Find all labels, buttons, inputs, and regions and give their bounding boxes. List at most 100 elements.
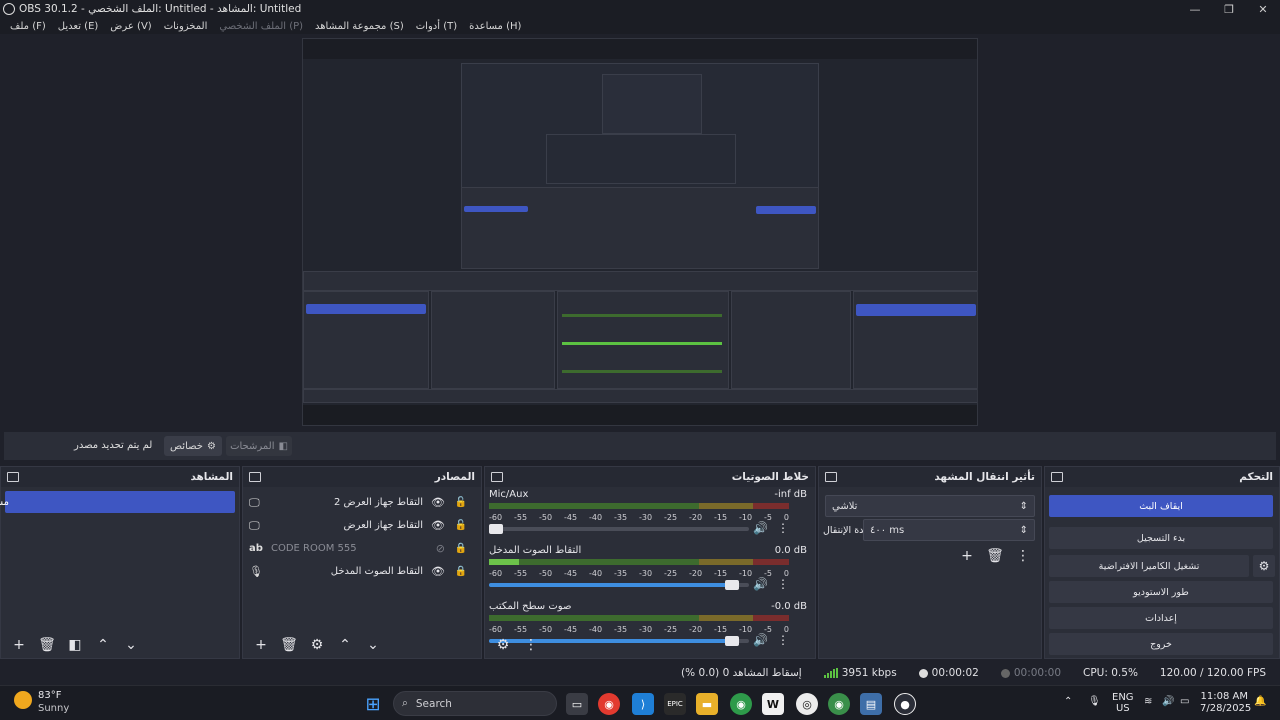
- channel-name: التقاط الصوت المدخل: [489, 545, 582, 556]
- chrome-profile-icon[interactable]: ◉: [730, 693, 752, 715]
- menu-file[interactable]: ملف (F): [6, 21, 50, 32]
- filters-button[interactable]: ◧ المرشحات: [226, 436, 292, 456]
- eye-icon[interactable]: 👁: [431, 496, 445, 509]
- speaker-icon[interactable]: 🔊: [753, 521, 768, 535]
- start-recording-button[interactable]: بدء التسجيل: [1049, 527, 1273, 549]
- remove-source-button[interactable]: 🗑: [277, 634, 301, 656]
- mixer-menu-button[interactable]: ⋮: [519, 634, 543, 656]
- remove-scene-button[interactable]: 🗑: [35, 634, 59, 656]
- undock-icon[interactable]: [491, 472, 503, 482]
- clock[interactable]: 11:08 AM 7/28/2025: [1200, 691, 1251, 715]
- file-explorer-icon[interactable]: ▬: [696, 693, 718, 715]
- source-row[interactable]: 🖵 التقاط جهاز العرض 👁 🔓: [243, 514, 481, 537]
- virtual-camera-settings-icon[interactable]: ⚙: [1253, 555, 1275, 577]
- volume-knob[interactable]: [724, 580, 739, 590]
- source-row[interactable]: 🖵 التقاط جهاز العرض 2 👁 🔓: [243, 491, 481, 514]
- eye-hidden-icon[interactable]: ⊘: [436, 542, 445, 555]
- scene-filters-button[interactable]: ◧: [63, 634, 87, 656]
- remote-desktop-icon[interactable]: ▤: [860, 693, 882, 715]
- undock-icon[interactable]: [1051, 472, 1063, 482]
- transition-menu-button[interactable]: ⋮: [1011, 545, 1035, 567]
- channel-menu-icon[interactable]: ⋮: [777, 521, 789, 535]
- menu-help[interactable]: مساعدة (H): [465, 21, 525, 32]
- menu-edit[interactable]: تعديل (E): [54, 21, 103, 32]
- source-row[interactable]: ab CODE ROOM 555 ⊘ 🔒: [243, 537, 481, 560]
- speaker-icon[interactable]: 🔊: [1162, 696, 1174, 707]
- virtual-camera-button[interactable]: تشغيل الكاميرا الافتراضية: [1049, 555, 1249, 577]
- menu-docks[interactable]: المخزونات: [160, 21, 212, 32]
- tray-chevron-icon[interactable]: ⌃: [1064, 696, 1072, 707]
- move-down-button[interactable]: ⌄: [361, 634, 385, 656]
- meter-tick: -25: [664, 569, 678, 578]
- nested-preview-deep: [546, 134, 736, 184]
- program-preview[interactable]: [302, 38, 978, 426]
- close-button[interactable]: ✕: [1246, 0, 1280, 18]
- volume-slider[interactable]: [489, 580, 749, 590]
- exit-button[interactable]: خروج: [1049, 633, 1273, 655]
- mixer-title: خلاط الصوتيات: [731, 471, 809, 483]
- language-indicator[interactable]: ENG US: [1112, 692, 1134, 714]
- add-transition-button[interactable]: +: [955, 545, 979, 567]
- unlock-icon[interactable]: 🔓: [455, 497, 467, 508]
- add-source-button[interactable]: +: [249, 634, 273, 656]
- wifi-icon[interactable]: ≋: [1144, 696, 1152, 707]
- transition-select[interactable]: تلاشي ⇕: [825, 495, 1035, 517]
- menu-scene-collection[interactable]: مجموعة المشاهد (S): [311, 21, 408, 32]
- record-time: 00:00:00: [1000, 667, 1061, 679]
- battery-icon[interactable]: ▭: [1180, 696, 1189, 707]
- studio-mode-button[interactable]: طور الاستوديو: [1049, 581, 1273, 603]
- eye-icon[interactable]: 👁: [431, 565, 445, 578]
- menu-view[interactable]: عرض (V): [106, 21, 155, 32]
- maximize-button[interactable]: ❐: [1212, 0, 1246, 18]
- source-properties-button[interactable]: ⚙: [305, 634, 329, 656]
- menu-tools[interactable]: أدوات (T): [412, 21, 461, 32]
- scene-item[interactable]: مشهد: [0, 491, 235, 513]
- source-toolbar: لم يتم تحديد مصدر ⚙ خصائص ◧ المرشحات: [4, 432, 1276, 460]
- volume-knob[interactable]: [489, 524, 503, 534]
- wordweb-icon[interactable]: W: [762, 693, 784, 715]
- mixer-channel: التقاط الصوت المدخل 0.0 dB -60 -55 -50 -45 -…: [485, 543, 815, 599]
- chrome-alt-icon[interactable]: ◉: [828, 693, 850, 715]
- obs-taskbar-icon[interactable]: ●: [894, 693, 916, 715]
- app-circle-icon[interactable]: ◎: [796, 693, 818, 715]
- volume-slider[interactable]: [489, 524, 749, 534]
- lock-icon[interactable]: 🔒: [455, 543, 467, 554]
- move-up-button[interactable]: ⌃: [333, 634, 357, 656]
- weather-temp[interactable]: 83°F: [38, 690, 61, 701]
- chrome-icon[interactable]: ◉: [598, 693, 620, 715]
- advanced-audio-button[interactable]: ⚙: [491, 634, 515, 656]
- move-up-button[interactable]: ⌃: [91, 634, 115, 656]
- weather-sun-icon[interactable]: [14, 691, 32, 709]
- properties-button[interactable]: ⚙ خصائص: [164, 436, 222, 456]
- undock-icon[interactable]: [7, 472, 19, 482]
- taskbar-search[interactable]: ⌕ Search: [393, 691, 557, 716]
- preview-area[interactable]: [0, 34, 1280, 428]
- weather-desc[interactable]: Sunny: [38, 703, 69, 714]
- notification-icon[interactable]: 🔔: [1254, 696, 1266, 707]
- move-down-button[interactable]: ⌄: [119, 634, 143, 656]
- lock-icon[interactable]: 🔒: [455, 566, 467, 577]
- menu-profile[interactable]: الملف الشخصي (P): [215, 21, 307, 32]
- stop-streaming-button[interactable]: ايقاف البث: [1049, 495, 1273, 517]
- start-button-icon[interactable]: ⊞: [362, 693, 384, 715]
- settings-button[interactable]: إعدادات: [1049, 607, 1273, 629]
- speaker-icon[interactable]: 🔊: [753, 577, 768, 591]
- window-title: OBS 30.1.2 - الملف الشخصي: Untitled - ال…: [19, 3, 302, 15]
- unlock-icon[interactable]: 🔓: [455, 520, 467, 531]
- remove-transition-button[interactable]: 🗑: [983, 545, 1007, 567]
- duration-spinbox[interactable]: ٤٠٠ ms ⇕: [863, 519, 1035, 541]
- add-scene-button[interactable]: +: [7, 634, 31, 656]
- eye-icon[interactable]: 👁: [431, 519, 445, 532]
- scenes-dock: المشاهد مشهد + 🗑 ◧ ⌃ ⌄: [0, 466, 240, 659]
- undock-icon[interactable]: [249, 472, 261, 482]
- vscode-icon[interactable]: ⟩: [632, 693, 654, 715]
- undock-icon[interactable]: [825, 472, 837, 482]
- scenes-header: المشاهد: [1, 467, 239, 487]
- epic-games-icon[interactable]: EPIC: [664, 693, 686, 715]
- channel-menu-icon[interactable]: ⋮: [777, 577, 789, 591]
- no-source-label: لم يتم تحديد مصدر: [74, 440, 153, 451]
- source-row[interactable]: 🎙 التقاط الصوت المدخل 👁 🔒: [243, 560, 481, 583]
- microphone-tray-icon[interactable]: 🎙: [1088, 696, 1101, 707]
- minimize-button[interactable]: —: [1178, 0, 1212, 18]
- task-view-icon[interactable]: ▭: [566, 693, 588, 715]
